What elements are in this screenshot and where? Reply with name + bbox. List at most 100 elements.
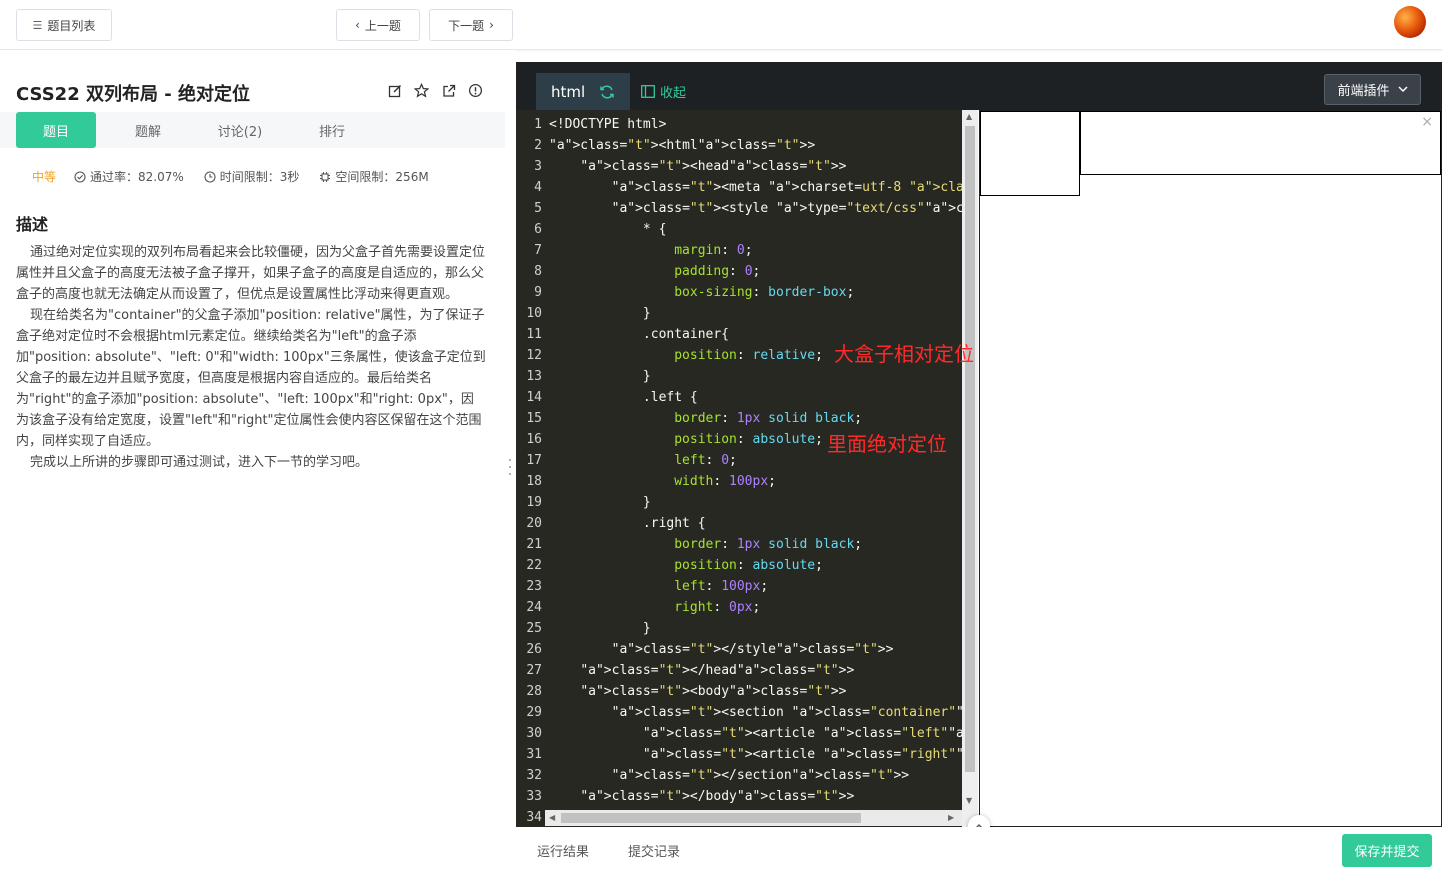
code-text: margin: 0; bbox=[674, 243, 753, 258]
code-text: } bbox=[549, 369, 651, 384]
drag-handle-icon[interactable] bbox=[508, 459, 512, 475]
code-line[interactable]: 8 padding: 0; bbox=[516, 261, 962, 282]
scroll-up-icon[interactable]: ▲ bbox=[966, 112, 972, 121]
code-text: border: 1px solid black; bbox=[674, 411, 863, 426]
tab-ranking[interactable]: 排行 bbox=[292, 112, 372, 148]
line-number: 24 bbox=[526, 600, 542, 615]
code-line[interactable]: 22 position: absolute; bbox=[516, 555, 962, 576]
code-line[interactable]: 6 * { bbox=[516, 219, 962, 240]
code-line[interactable]: 18 width: 100px; bbox=[516, 471, 962, 492]
line-number: 23 bbox=[526, 579, 542, 594]
line-number: 12 bbox=[526, 348, 542, 363]
preview-right-box bbox=[1080, 111, 1441, 175]
collapse-label: 收起 bbox=[660, 86, 687, 101]
code-line[interactable]: 29 "a">class="t"><section "a">class="con… bbox=[516, 702, 962, 723]
line-number: 4 bbox=[534, 180, 542, 195]
submit-history-tab[interactable]: 提交记录 bbox=[628, 841, 680, 860]
run-result-tab[interactable]: 运行结果 bbox=[537, 841, 589, 860]
star-icon[interactable] bbox=[413, 82, 430, 99]
question-title: CSS22 双列布局 - 绝对定位 bbox=[16, 84, 250, 105]
code-text: } bbox=[549, 495, 651, 510]
code-text: } bbox=[549, 306, 651, 321]
question-list-button[interactable]: ☰ 题目列表 bbox=[16, 9, 112, 41]
edit-icon[interactable] bbox=[386, 82, 403, 99]
chevron-left-icon: ‹ bbox=[355, 18, 360, 32]
next-question-label: 下一题 bbox=[448, 18, 485, 33]
code-line[interactable]: 3 "a">class="t"><head"a">class="t">> bbox=[516, 156, 962, 177]
code-text: <!DOCTYPE html> bbox=[549, 117, 667, 132]
code-line[interactable]: 26 "a">class="t"></style"a">class="t">> bbox=[516, 639, 962, 660]
line-number: 8 bbox=[534, 264, 542, 279]
code-line[interactable]: 27 "a">class="t"></head"a">class="t">> bbox=[516, 660, 962, 681]
prev-question-button[interactable]: ‹ 上一题 bbox=[336, 9, 420, 41]
code-line[interactable]: 9 box-sizing: border-box; bbox=[516, 282, 962, 303]
code-text: .right { bbox=[549, 516, 706, 531]
code-line[interactable]: 30 "a">class="t"><article "a">class="lef… bbox=[516, 723, 962, 744]
question-list-label: 题目列表 bbox=[47, 18, 96, 33]
code-line[interactable]: 1 <!DOCTYPE html> bbox=[516, 114, 962, 135]
file-tab-html[interactable]: html bbox=[536, 73, 630, 110]
code-line[interactable]: 31 "a">class="t"><article "a">class="rig… bbox=[516, 744, 962, 765]
code-editor[interactable]: 1 <!DOCTYPE html> 2 "a">class="t"><html"a">… bbox=[516, 110, 962, 827]
code-line[interactable]: 23 left: 100px; bbox=[516, 576, 962, 597]
save-submit-button[interactable]: 保存并提交 bbox=[1342, 834, 1432, 867]
description-paragraph: 现在给类名为"container"的父盒子添加"position: relati… bbox=[16, 308, 486, 449]
description-body: 通过绝对定位实现的双列布局看起来会比较僵硬，因为父盒子首先需要设置定位属性并且父… bbox=[16, 242, 486, 473]
code-line[interactable]: 13 } bbox=[516, 366, 962, 387]
code-text: "a">class="t"></style"a">class="t">> bbox=[611, 642, 894, 657]
info-icon[interactable] bbox=[467, 82, 484, 99]
code-text: "a">class="t"><article "a">class="left""… bbox=[642, 726, 962, 741]
scroll-left-icon[interactable]: ◀ bbox=[549, 813, 555, 822]
code-text: .container{ bbox=[549, 327, 730, 342]
code-line[interactable]: 5 "a">class="t"><style "a">type="text/cs… bbox=[516, 198, 962, 219]
horizontal-scroll-thumb[interactable] bbox=[561, 813, 861, 823]
code-line[interactable]: 7 margin: 0; bbox=[516, 240, 962, 261]
code-text: "a">class="t"><style "a">type="text/css"… bbox=[611, 201, 962, 216]
annotation-absolute: 里面绝对定位 bbox=[827, 432, 947, 456]
code-line[interactable]: 19 } bbox=[516, 492, 962, 513]
code-line[interactable]: 20 .right { bbox=[516, 513, 962, 534]
code-line[interactable]: 2 "a">class="t"><html"a">class="t">> bbox=[516, 135, 962, 156]
editor-vertical-scrollbar[interactable]: ▲ ▼ bbox=[962, 110, 978, 827]
code-line[interactable]: 28 "a">class="t"><body"a">class="t">> bbox=[516, 681, 962, 702]
list-icon: ☰ bbox=[32, 18, 43, 32]
plugin-label: 前端插件 bbox=[1337, 84, 1390, 99]
code-line[interactable]: 10 } bbox=[516, 303, 962, 324]
code-line[interactable]: 21 border: 1px solid black; bbox=[516, 534, 962, 555]
refresh-icon[interactable] bbox=[599, 84, 615, 100]
clock-icon bbox=[204, 170, 216, 183]
code-line[interactable]: 24 right: 0px; bbox=[516, 597, 962, 618]
code-line[interactable]: 32 "a">class="t"></section"a">class="t">… bbox=[516, 765, 962, 786]
line-number: 10 bbox=[526, 306, 542, 321]
collapse-button[interactable]: 收起 bbox=[641, 82, 686, 101]
code-line[interactable]: 15 border: 1px solid black; bbox=[516, 408, 962, 429]
line-number: 1 bbox=[534, 117, 542, 132]
vertical-scroll-thumb[interactable] bbox=[965, 126, 975, 772]
tab-discussion[interactable]: 讨论(2) bbox=[200, 112, 280, 148]
frontend-plugin-dropdown[interactable]: 前端插件 bbox=[1324, 74, 1421, 105]
scroll-down-icon[interactable]: ▼ bbox=[966, 796, 972, 805]
tab-problem[interactable]: 题目 bbox=[16, 112, 96, 148]
close-icon[interactable]: × bbox=[1421, 114, 1433, 130]
scroll-right-icon[interactable]: ▶ bbox=[948, 813, 954, 822]
check-circle-icon bbox=[74, 170, 86, 183]
editor-horizontal-scrollbar[interactable]: ◀ ▶ bbox=[545, 810, 962, 826]
code-text: "a">class="t"></body"a">class="t">> bbox=[580, 789, 855, 804]
description-heading: 描述 bbox=[16, 215, 49, 234]
external-link-icon[interactable] bbox=[440, 82, 457, 99]
code-text: padding: 0; bbox=[674, 264, 761, 279]
code-text: "a">class="t"><head"a">class="t">> bbox=[580, 159, 847, 174]
panel-icon bbox=[641, 85, 655, 98]
line-number: 16 bbox=[526, 432, 542, 447]
line-number: 7 bbox=[534, 243, 542, 258]
code-line[interactable]: 25 } bbox=[516, 618, 962, 639]
code-text: .left { bbox=[549, 390, 698, 405]
code-line[interactable]: 4 "a">class="t"><meta "a">charset=utf-8 … bbox=[516, 177, 962, 198]
code-text: border: 1px solid black; bbox=[674, 537, 863, 552]
next-question-button[interactable]: 下一题 › bbox=[429, 9, 513, 41]
tab-solution[interactable]: 题解 bbox=[108, 112, 188, 148]
code-text: * { bbox=[549, 222, 667, 237]
code-line[interactable]: 14 .left { bbox=[516, 387, 962, 408]
code-line[interactable]: 33 "a">class="t"></body"a">class="t">> bbox=[516, 786, 962, 807]
avatar[interactable] bbox=[1394, 6, 1426, 38]
